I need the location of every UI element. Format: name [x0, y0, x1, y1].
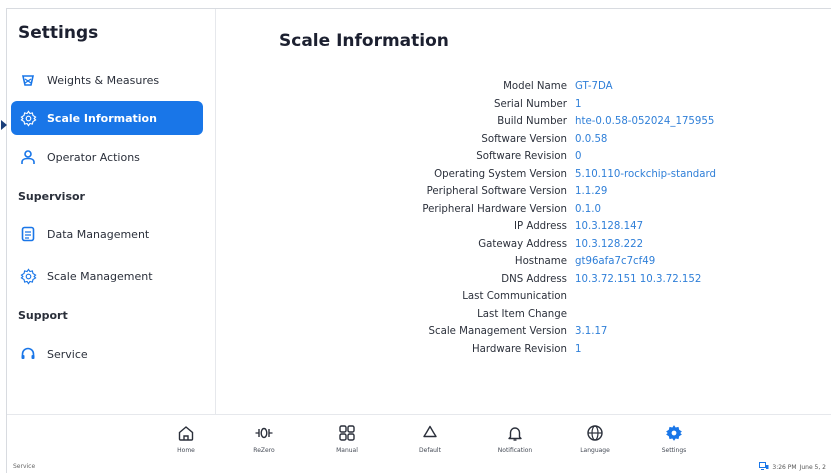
- section-supervisor: Supervisor: [18, 190, 85, 203]
- info-value: GT-7DA: [575, 81, 613, 92]
- sidebar-title: Settings: [18, 23, 99, 43]
- info-row: Build Number hte-0.0.58-052024_175955: [227, 116, 827, 132]
- info-value: 0.0.58: [575, 133, 608, 145]
- section-support: Support: [18, 309, 68, 322]
- info-value: 10.3.72.151 10.3.72.152: [575, 273, 702, 285]
- info-label: Gateway Address: [478, 238, 567, 250]
- nav-label: Settings: [661, 447, 687, 454]
- headset-icon: [19, 345, 37, 363]
- info-label: Build Number: [497, 116, 567, 127]
- sidebar-item-label: Service: [47, 347, 88, 361]
- home-icon: [159, 421, 213, 445]
- sidebar-item-label: Operator Actions: [47, 150, 140, 164]
- info-row: Gateway Address 10.3.128.222: [227, 239, 827, 255]
- info-row: Last Item Change: [227, 309, 827, 325]
- gear-icon: [647, 421, 701, 445]
- info-label: Operating System Version: [434, 168, 567, 180]
- settings-window: Settings Weights & Measures Scale Inform…: [1, 8, 831, 474]
- info-label: Last Communication: [462, 291, 567, 302]
- grid-icon: [320, 421, 374, 445]
- sidebar-item-label: Weights & Measures: [47, 73, 160, 87]
- nav-label: Notification: [497, 447, 533, 454]
- info-row: Operating System Version 5.10.110-rockchi…: [227, 169, 827, 185]
- info-row: Hostname gt96afa7c7cf49: [227, 256, 827, 272]
- nav-label: Manual: [336, 447, 358, 454]
- info-row: Serial Number 1: [227, 99, 827, 115]
- document-icon: [19, 225, 37, 243]
- info-row: Scale Management Version 3.1.17: [227, 326, 827, 342]
- info-value: 1: [575, 98, 582, 110]
- info-label: Last Item Change: [477, 308, 567, 320]
- sidebar-item-service[interactable]: Service: [11, 337, 203, 371]
- info-value: 3.1.17: [575, 326, 608, 337]
- nav-label: ReZero: [253, 447, 275, 454]
- globe-icon: [568, 421, 622, 445]
- nav-home[interactable]: Home: [159, 421, 213, 454]
- info-label: Scale Management Version: [428, 326, 567, 337]
- nav-language[interactable]: Language: [568, 421, 622, 454]
- info-row: Last Communication: [227, 291, 827, 307]
- info-label: IP Address: [514, 221, 567, 232]
- info-value: gt96afa7c7cf49: [575, 256, 656, 267]
- status-date: June 5, 2: [799, 463, 826, 471]
- info-label: Software Revision: [476, 151, 567, 162]
- sidebar-item-label: Data Management: [47, 227, 150, 241]
- info-value: 5.10.110-rockchip-standard: [575, 168, 716, 180]
- info-value: hte-0.0.58-052024_175955: [575, 116, 715, 127]
- person-icon: [19, 148, 37, 166]
- sidebar: Settings Weights & Measures Scale Inform…: [1, 9, 216, 414]
- bell-icon: [488, 421, 542, 445]
- gear-icon: [19, 267, 37, 285]
- info-label: Peripheral Hardware Version: [422, 203, 567, 215]
- info-row: Peripheral Hardware Version 0.1.0: [227, 204, 827, 220]
- info-value: 1.1.29: [575, 186, 608, 197]
- info-value: 10.3.128.147: [575, 221, 644, 232]
- sidebar-item-operator-actions[interactable]: Operator Actions: [11, 140, 203, 174]
- info-row: Software Version 0.0.58: [227, 134, 827, 150]
- bottom-nav-bar: Service Home ReZero Manual Default Notif…: [7, 414, 831, 474]
- nav-default[interactable]: Default: [403, 421, 457, 454]
- info-label: Hardware Revision: [472, 343, 567, 355]
- scale-icon: [19, 71, 37, 89]
- info-label: Model Name: [503, 81, 567, 92]
- service-tag: Service: [13, 463, 36, 470]
- nav-label: Home: [177, 447, 195, 454]
- nav-notification[interactable]: Notification: [488, 421, 542, 454]
- sidebar-item-data-management[interactable]: Data Management: [11, 217, 203, 251]
- nav-label: Language: [580, 447, 610, 454]
- sidebar-item-scale-information[interactable]: Scale Information: [11, 101, 203, 135]
- nav-settings[interactable]: Settings: [647, 421, 701, 454]
- info-value: 0: [575, 151, 582, 162]
- info-label: DNS Address: [501, 273, 567, 285]
- nav-rezero[interactable]: ReZero: [237, 421, 291, 454]
- info-value: 1: [575, 343, 582, 355]
- gear-icon: [19, 109, 37, 127]
- info-label: Software Version: [481, 133, 567, 145]
- info-row: IP Address 10.3.128.147: [227, 221, 827, 237]
- info-row: DNS Address 10.3.72.151 10.3.72.152: [227, 274, 827, 290]
- info-label: Hostname: [514, 256, 567, 267]
- sidebar-item-label: Scale Information: [47, 111, 157, 125]
- info-label: Peripheral Software Version: [426, 186, 567, 197]
- info-row: Model Name GT-7DA: [227, 81, 827, 97]
- info-row: Software Revision 0: [227, 151, 827, 167]
- recycle-icon: [403, 421, 457, 445]
- nav-label: Default: [419, 447, 441, 454]
- info-value: 0.1.0: [575, 203, 601, 215]
- network-icon: [759, 462, 769, 472]
- info-value: 10.3.128.222: [575, 238, 644, 250]
- page-title: Scale Information: [279, 31, 449, 51]
- status-time: 3:26 PM: [772, 463, 797, 471]
- sidebar-item-scale-management[interactable]: Scale Management: [11, 259, 203, 293]
- sidebar-item-label: Scale Management: [47, 269, 153, 283]
- info-row: Peripheral Software Version 1.1.29: [227, 186, 827, 202]
- rezero-icon: [237, 421, 291, 445]
- sidebar-item-weights-measures[interactable]: Weights & Measures: [11, 63, 203, 97]
- cursor-pointer-icon: [1, 120, 7, 130]
- info-label: Serial Number: [494, 98, 567, 110]
- info-row: Hardware Revision 1: [227, 344, 827, 360]
- status-area: 3:26 PM June 5, 2: [759, 462, 826, 472]
- nav-manual[interactable]: Manual: [320, 421, 374, 454]
